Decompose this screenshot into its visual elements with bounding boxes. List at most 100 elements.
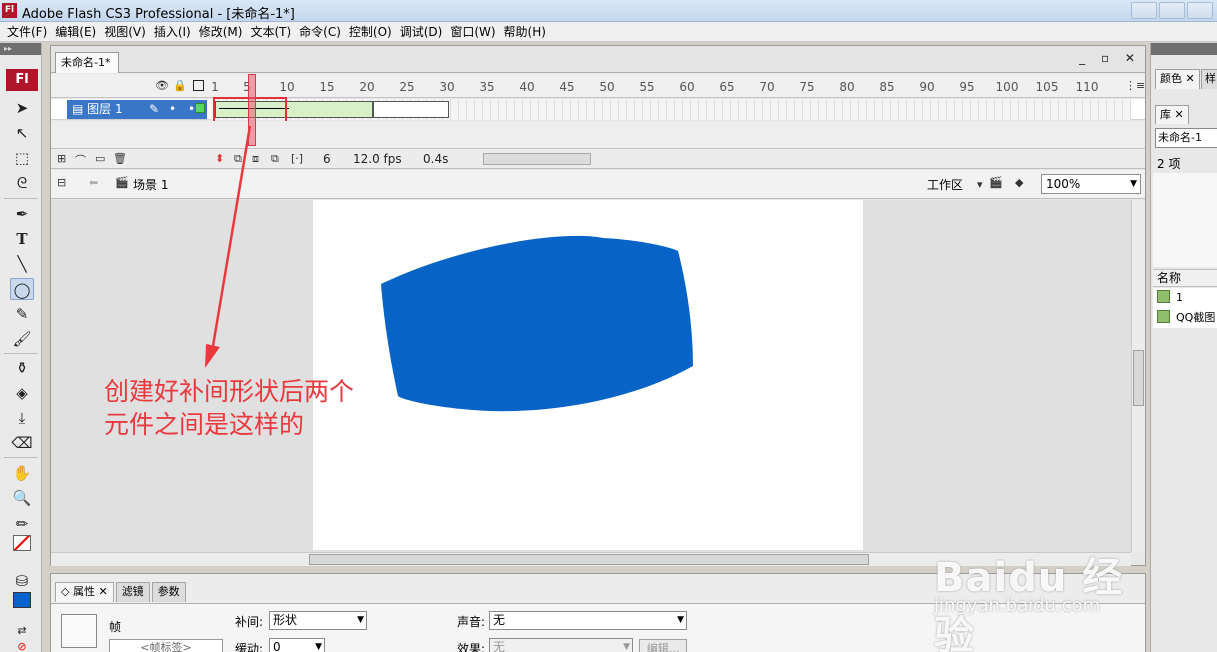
frame-number: 25 xyxy=(399,80,415,94)
stroke-color-icon[interactable]: ✏ xyxy=(10,513,34,535)
onion-outline-icon[interactable]: ⧈ xyxy=(252,152,259,166)
sound-select[interactable]: 无 ▼ xyxy=(489,611,687,630)
brush-tool-icon[interactable]: 🖌 xyxy=(10,328,34,350)
menu-commands[interactable]: 命令(C) xyxy=(298,23,348,40)
eyedropper-tool-icon[interactable]: ⤓ xyxy=(10,407,34,429)
menu-control[interactable]: 控制(O) xyxy=(348,23,399,40)
chevron-down-icon: ▼ xyxy=(357,615,364,625)
playhead[interactable] xyxy=(248,74,256,146)
frame-number: 30 xyxy=(439,80,455,94)
selection-tool-icon[interactable]: ➤ xyxy=(10,97,34,119)
flash-logo: Fl xyxy=(6,69,38,91)
menu-window[interactable]: 窗口(W) xyxy=(449,23,502,40)
tab-library[interactable]: 库 ✕ xyxy=(1155,105,1189,124)
zoom-tool-icon[interactable]: 🔍 xyxy=(10,487,34,509)
effect-select[interactable]: 无 ▼ xyxy=(489,638,633,652)
layer-row[interactable]: ▤ 图层 1 ✎ • • xyxy=(51,97,1145,123)
menu-modify[interactable]: 修改(M) xyxy=(198,23,250,40)
tab-parameters[interactable]: 参数 xyxy=(151,582,186,602)
tween-label: 补间: xyxy=(235,615,264,629)
fill-color-icon[interactable]: ⛁ xyxy=(10,570,34,592)
text-tool-icon[interactable]: T xyxy=(10,228,34,250)
stage-vertical-scrollbar[interactable] xyxy=(1131,200,1145,552)
edit-scene-icon[interactable]: 🎬 xyxy=(989,176,1003,189)
minimize-button[interactable] xyxy=(1131,2,1157,19)
pencil-tool-icon[interactable]: ✎ xyxy=(10,303,34,325)
frame-number: 105 xyxy=(1035,80,1059,94)
tab-swatches[interactable]: 样 xyxy=(1201,69,1217,89)
pen-tool-icon[interactable]: ✒ xyxy=(10,203,34,225)
properties-tabs: ◇ 属性 ✕ 滤镜 参数 xyxy=(55,582,188,602)
onion-skin-icon[interactable]: ⧉ xyxy=(234,152,242,166)
eraser-tool-icon[interactable]: ⌫ xyxy=(10,432,34,454)
frame-number: 45 xyxy=(559,80,575,94)
modify-onion-markers-icon[interactable]: [·] xyxy=(291,152,303,165)
frame-number: 55 xyxy=(639,80,655,94)
scene-name[interactable]: 场景 1 xyxy=(133,176,168,193)
frame-number: 1 xyxy=(211,80,219,94)
document-window-controls[interactable]: _ ▫ ✕ xyxy=(1079,51,1141,65)
menu-help[interactable]: 帮助(H) xyxy=(503,23,553,40)
maximize-button[interactable] xyxy=(1159,2,1185,19)
edit-multiple-frames-icon[interactable]: ⧉ xyxy=(271,152,279,166)
zoom-dropdown[interactable]: 100% ▼ xyxy=(1041,174,1141,194)
layer-color-swatch[interactable] xyxy=(195,103,205,113)
close-window-button[interactable] xyxy=(1187,2,1213,19)
hand-tool-icon[interactable]: ✋ xyxy=(10,462,34,484)
insert-folder-icon[interactable]: ▭ xyxy=(95,152,105,165)
frame-number: 50 xyxy=(599,80,615,94)
edit-sound-button[interactable]: 编辑... xyxy=(639,639,687,652)
no-color-icon[interactable]: ⊘ xyxy=(10,636,34,652)
menu-file[interactable]: 文件(F) xyxy=(6,23,54,40)
timeline-menu-icon[interactable]: ⋮≡ xyxy=(1125,79,1145,92)
library-document-select[interactable]: 未命名-1 xyxy=(1155,128,1217,148)
frame-number: 15 xyxy=(319,80,335,94)
paint-bucket-tool-icon[interactable]: ◈ xyxy=(10,382,34,404)
frame-ruler[interactable]: 1 5 10 15 20 25 30 35 40 45 50 55 60 65 70 75 80 85 90 95 10… xyxy=(211,74,1131,98)
timeline-toggle-icon[interactable]: ⊟ xyxy=(57,176,66,189)
lasso-tool-icon[interactable]: ᘓ xyxy=(10,172,34,194)
line-tool-icon[interactable]: ╲ xyxy=(10,253,34,275)
subselection-tool-icon[interactable]: ↖ xyxy=(10,122,34,144)
visible-dot-icon[interactable]: • xyxy=(169,100,176,119)
delete-layer-icon[interactable]: 🗑 xyxy=(113,152,127,165)
sound-label: 声音: xyxy=(457,615,486,629)
library-item[interactable]: QQ截图 xyxy=(1153,308,1217,328)
toolbox-grip[interactable]: ▸▸ xyxy=(0,43,41,55)
library-name-header[interactable]: 名称 xyxy=(1153,269,1217,287)
ease-input[interactable]: 0 ▼ xyxy=(269,638,325,652)
horizontal-scroll-thumb[interactable] xyxy=(309,554,869,565)
tab-properties[interactable]: ◇ 属性 ✕ xyxy=(55,582,114,602)
frame-rate[interactable]: 12.0 fps xyxy=(353,152,402,166)
tab-color[interactable]: 颜色 ✕ xyxy=(1155,69,1200,89)
stroke-color-swatch[interactable] xyxy=(13,535,31,551)
menu-insert[interactable]: 插入(I) xyxy=(153,23,198,40)
document-tab[interactable]: 未命名-1* xyxy=(55,52,119,73)
static-frames-span[interactable] xyxy=(373,101,449,118)
panel-grip[interactable] xyxy=(1151,43,1217,55)
menu-view[interactable]: 视图(V) xyxy=(103,23,153,40)
ink-bottle-tool-icon[interactable]: ⚱ xyxy=(10,357,34,379)
lock-icon[interactable]: 🔒 xyxy=(173,79,187,92)
insert-layer-icon[interactable]: ⊞ xyxy=(57,152,66,165)
eye-icon[interactable]: 👁 xyxy=(155,79,169,92)
workspace-dropdown[interactable]: 工作区 xyxy=(927,176,963,193)
menu-edit[interactable]: 编辑(E) xyxy=(54,23,103,40)
layer-name-cell[interactable]: ▤ 图层 1 ✎ • • xyxy=(67,100,207,119)
library-item[interactable]: 1 xyxy=(1153,288,1217,308)
menu-text[interactable]: 文本(T) xyxy=(249,23,298,40)
edit-symbols-icon[interactable]: ◆ xyxy=(1015,176,1023,189)
frame-label-input[interactable]: <帧标签> xyxy=(109,639,223,652)
vertical-scroll-thumb[interactable] xyxy=(1133,350,1144,406)
free-transform-tool-icon[interactable]: ⬚ xyxy=(10,147,34,169)
menu-debug[interactable]: 调试(D) xyxy=(399,23,450,40)
center-frame-icon[interactable]: ⬍ xyxy=(215,152,224,165)
tab-filters[interactable]: 滤镜 xyxy=(115,582,150,602)
tween-select[interactable]: 形状 ▼ xyxy=(269,611,367,630)
fill-color-swatch[interactable] xyxy=(13,592,31,608)
oval-tool-icon[interactable]: ◯ xyxy=(10,278,34,300)
add-guide-layer-icon[interactable]: ⌒ xyxy=(75,152,86,168)
timeline-scrollbar[interactable] xyxy=(483,153,591,165)
outline-icon[interactable] xyxy=(193,80,204,91)
back-arrow-icon[interactable]: ⬅ xyxy=(89,176,98,189)
